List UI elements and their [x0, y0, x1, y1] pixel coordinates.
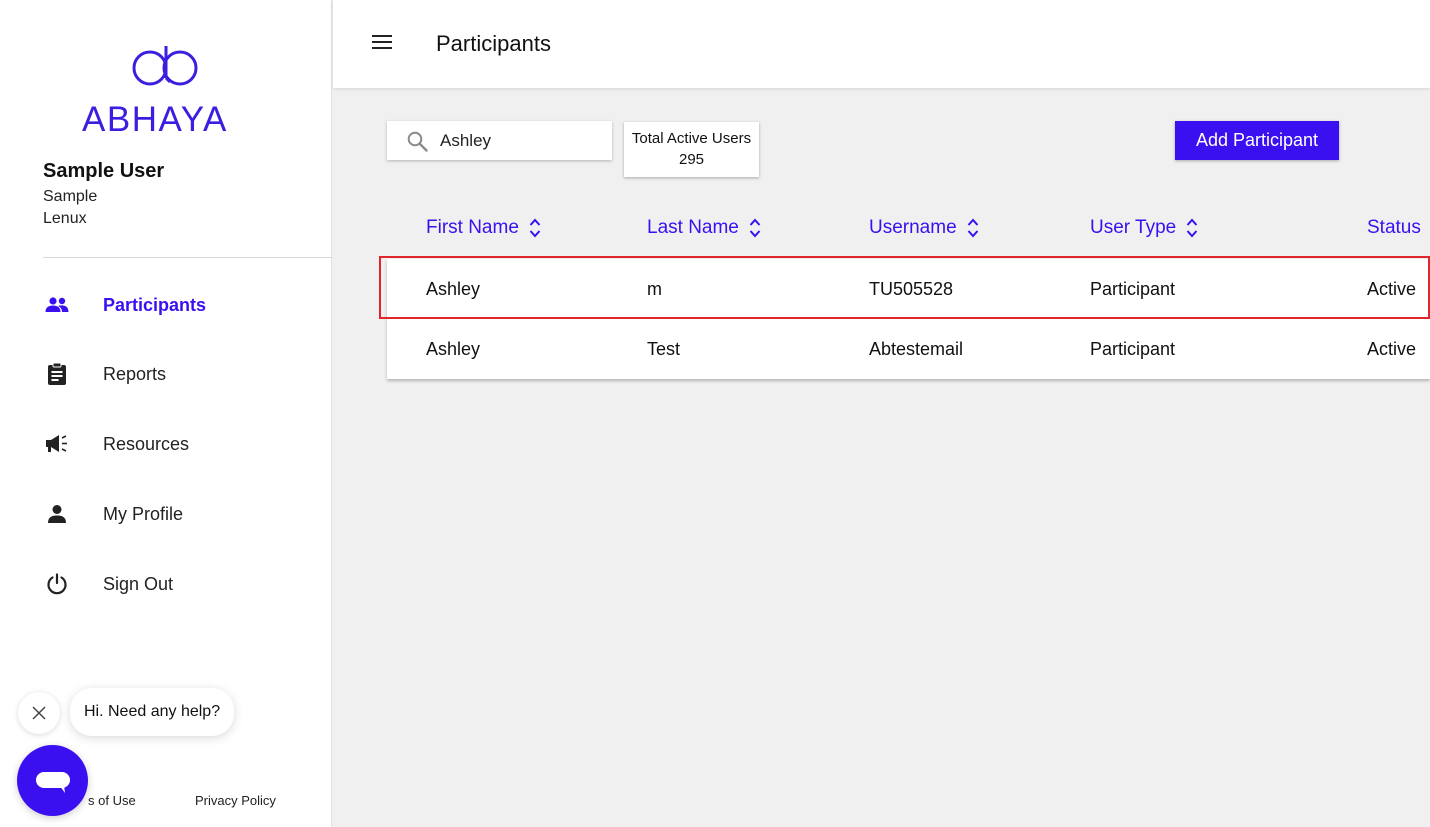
sidebar-item-sign-out[interactable]: Sign Out — [0, 564, 332, 604]
sidebar-item-label: Resources — [103, 433, 190, 454]
participants-table: Ashley m TU505528 Participant Active Ash… — [387, 259, 1430, 379]
close-icon — [32, 706, 46, 720]
sidebar-item-resources[interactable]: Resources — [0, 424, 332, 464]
sidebar-item-label: My Profile — [103, 503, 184, 524]
person-icon — [44, 501, 70, 527]
hamburger-menu-icon — [372, 35, 392, 49]
page-title: Participants — [436, 31, 551, 56]
chat-icon — [35, 771, 70, 793]
column-header-label: Status — [1367, 217, 1421, 238]
user-detail-2: Lenux — [43, 210, 87, 227]
column-header-status[interactable]: Status — [1367, 217, 1421, 239]
sidebar-item-label: Participants — [103, 294, 207, 315]
user-name: Sample User — [43, 160, 165, 182]
cell-first-name: Ashley — [426, 339, 481, 359]
sort-icon — [529, 217, 541, 239]
brand-logo: ABHAYA — [82, 40, 252, 140]
total-active-users-card: Total Active Users 295 — [624, 122, 759, 177]
chat-close-button[interactable] — [18, 692, 60, 734]
search-icon — [407, 131, 428, 152]
column-header-username[interactable]: Username — [869, 217, 979, 239]
cell-username: Abtestemail — [869, 339, 964, 359]
logo-mark-icon — [132, 46, 198, 86]
column-header-last-name[interactable]: Last Name — [647, 217, 761, 239]
column-header-user-type[interactable]: User Type — [1090, 217, 1198, 239]
add-participant-button[interactable]: Add Participant — [1175, 121, 1339, 160]
sidebar-divider — [43, 257, 332, 258]
clipboard-icon — [44, 361, 70, 387]
top-app-bar: Participants — [333, 0, 1430, 88]
column-header-first-name[interactable]: First Name — [426, 217, 541, 239]
sidebar-item-participants[interactable]: Participants — [0, 285, 332, 325]
cell-last-name: m — [647, 279, 662, 299]
menu-button[interactable] — [370, 30, 394, 54]
stat-label: Total Active Users — [631, 130, 752, 147]
chat-greeting-text: Hi. Need any help? — [84, 703, 221, 720]
sort-icon — [967, 217, 979, 239]
sort-icon — [749, 217, 761, 239]
cell-user-type: Participant — [1090, 279, 1176, 299]
cell-username: TU505528 — [869, 279, 954, 299]
search-input[interactable] — [440, 129, 600, 153]
cell-status: Active — [1367, 339, 1417, 359]
cell-user-type: Participant — [1090, 339, 1176, 359]
cell-status: Active — [1367, 279, 1417, 299]
power-icon — [44, 571, 70, 597]
user-detail-1: Sample — [43, 188, 98, 205]
column-header-label: Username — [869, 217, 957, 238]
sort-icon — [1186, 217, 1198, 239]
sidebar-item-label: Reports — [103, 363, 167, 384]
table-row[interactable]: Ashley m TU505528 Participant Active — [387, 259, 1430, 319]
people-icon — [44, 292, 70, 318]
cell-last-name: Test — [647, 339, 681, 359]
search-box — [387, 121, 612, 160]
cell-first-name: Ashley — [426, 279, 481, 299]
megaphone-icon — [44, 431, 70, 457]
chat-launcher-button[interactable] — [17, 745, 88, 816]
chat-greeting-bubble[interactable]: Hi. Need any help? — [70, 688, 235, 736]
table-row[interactable]: Ashley Test Abtestemail Participant Acti… — [387, 319, 1430, 379]
brand-name: ABHAYA — [82, 100, 228, 139]
column-header-label: First Name — [426, 217, 519, 238]
sidebar-item-label: Sign Out — [103, 573, 174, 594]
stat-value: 295 — [678, 151, 705, 168]
sidebar-item-reports[interactable]: Reports — [0, 354, 332, 394]
privacy-policy-link[interactable]: Privacy Policy — [195, 793, 276, 808]
terms-of-use-link[interactable]: s of Use — [88, 793, 136, 808]
sidebar-item-my-profile[interactable]: My Profile — [0, 494, 332, 534]
column-header-label: Last Name — [647, 217, 739, 238]
column-header-label: User Type — [1090, 217, 1177, 238]
